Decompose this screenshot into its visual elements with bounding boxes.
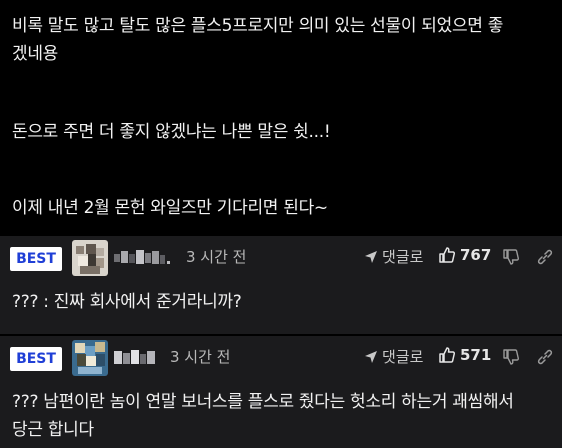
like-count: 767: [460, 246, 492, 264]
avatar[interactable]: [72, 340, 108, 376]
comment: BEST 3 시간 전 댓글로 571 ??? 남편이란 놈이 연말 보너스를 …: [0, 336, 562, 448]
thumbs-up-icon: [439, 247, 456, 263]
reply-button[interactable]: 댓글로: [364, 246, 423, 267]
thumbs-down-icon[interactable]: [502, 248, 520, 266]
comment: BEST 3 시간 전 댓글로 767 ???: 진짜 회사에서 준거라니까?: [0, 236, 562, 334]
post-line: 돈으로 주면 더 좋지 않겠냐는 나쁜 말은 쉿...!: [12, 122, 331, 142]
reply-label: 댓글로: [382, 248, 424, 266]
thumbs-up-icon: [439, 347, 456, 363]
comment-header: BEST 3 시간 전 댓글로 571: [0, 336, 562, 380]
reply-button[interactable]: 댓글로: [364, 346, 423, 367]
avatar-image: [72, 340, 108, 376]
post-line: 비록 말도 많고 탈도 많은 플스5프로지만 의미 있는 선물이 되었으면 좋: [12, 16, 504, 36]
thumbs-down-icon[interactable]: [502, 348, 520, 366]
avatar-image: [72, 240, 108, 276]
comment-text: ??? : 진짜 회사에서 준거라니까?: [12, 292, 242, 312]
best-badge: BEST: [10, 347, 62, 371]
username-blurred[interactable]: [114, 248, 172, 268]
link-icon[interactable]: [536, 348, 554, 366]
reply-arrow-icon: [365, 350, 377, 363]
post-line: 이제 내년 2월 몬헌 와일즈만 기다리면 된다~: [12, 198, 328, 218]
reply-label: 댓글로: [382, 348, 424, 366]
avatar[interactable]: [72, 240, 108, 276]
like-button[interactable]: 571: [438, 346, 491, 364]
best-badge: BEST: [10, 247, 62, 271]
like-count: 571: [460, 346, 492, 364]
like-button[interactable]: 767: [438, 246, 491, 264]
reply-arrow-icon: [365, 250, 377, 263]
post-line: 겠네용: [12, 44, 59, 64]
comment-text-line: ??? 남편이란 놈이 연말 보너스를 플스로 줬다는 헛소리 하는거 괘씸해서: [12, 392, 514, 412]
link-icon[interactable]: [536, 248, 554, 266]
comment-time: 3 시간 전: [186, 248, 247, 266]
comment-text-line: 당근 합니다: [12, 420, 94, 440]
comment-header: BEST 3 시간 전 댓글로 767: [0, 236, 562, 280]
post-body: 비록 말도 많고 탈도 많은 플스5프로지만 의미 있는 선물이 되었으면 좋 …: [0, 0, 562, 236]
comment-time: 3 시간 전: [170, 348, 231, 366]
username-blurred[interactable]: [114, 348, 158, 368]
